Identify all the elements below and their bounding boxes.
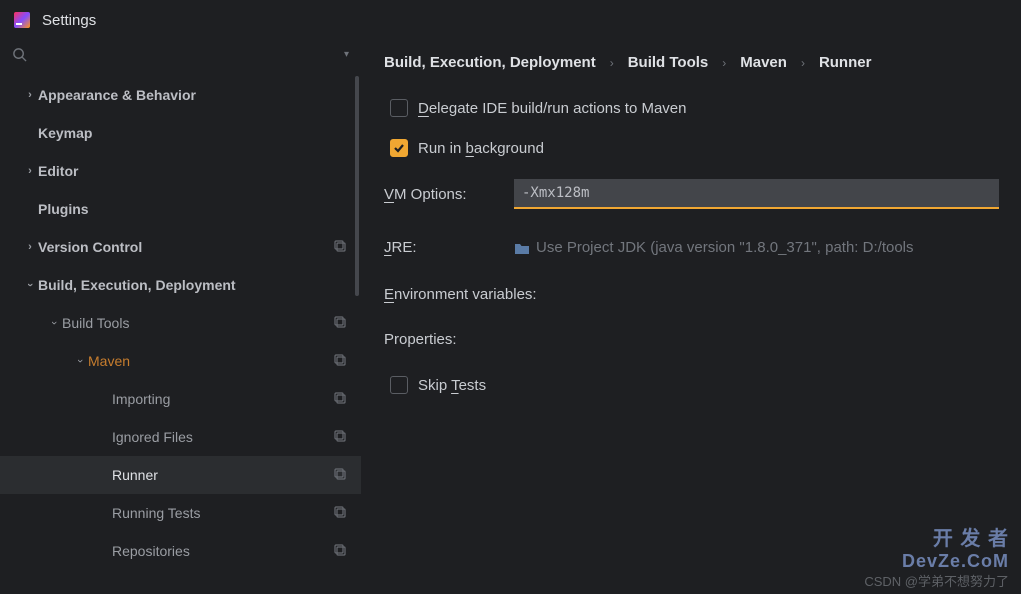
scope-icon	[333, 429, 347, 446]
tree-item-maven[interactable]: ›Maven	[0, 342, 361, 380]
vm-options-input[interactable]	[514, 179, 999, 209]
skip-tests-row[interactable]: Skip Tests	[390, 376, 999, 394]
crumb-runner[interactable]: Runner	[819, 54, 872, 71]
watermark: 开 发 者 DevZe.CoM	[902, 528, 1009, 572]
scope-icon	[333, 391, 347, 408]
scope-icon	[333, 543, 347, 560]
folder-icon	[514, 241, 530, 255]
scope-icon	[333, 315, 347, 332]
vm-options-row: VM Options:	[384, 179, 999, 209]
jre-value-text: Use Project JDK (java version "1.8.0_371…	[536, 239, 914, 256]
tree-item-vcs[interactable]: ›Version Control	[0, 228, 361, 266]
scope-icon	[333, 467, 347, 484]
tree-item-plugins[interactable]: Plugins	[0, 190, 361, 228]
runbg-label: Run in background	[418, 140, 544, 157]
tree-item-runningtests[interactable]: Running Tests	[0, 494, 361, 532]
delegate-checkbox-row[interactable]: Delegate IDE build/run actions to Maven	[390, 99, 999, 117]
chevron-down-icon: ›	[24, 277, 36, 293]
window-title: Settings	[42, 12, 96, 29]
crumb-maven[interactable]: Maven	[740, 54, 787, 71]
scope-icon	[333, 239, 347, 256]
chevron-right-icon: ›	[22, 165, 38, 177]
env-vars-label: Environment variables:	[384, 286, 999, 303]
tree-item-buildtools[interactable]: ›Build Tools	[0, 304, 361, 342]
checkbox-unchecked-icon[interactable]	[390, 99, 408, 117]
delegate-label: Delegate IDE build/run actions to Maven	[418, 100, 687, 117]
search-icon	[12, 47, 27, 62]
chevron-right-icon: ›	[610, 56, 614, 70]
properties-label: Properties:	[384, 331, 999, 348]
crumb-tools[interactable]: Build Tools	[628, 54, 709, 71]
settings-tree: ›Appearance & Behavior Keymap ›Editor Pl…	[0, 72, 361, 594]
jre-label: JRE:	[384, 239, 514, 256]
chevron-right-icon: ›	[722, 56, 726, 70]
jre-row: JRE: Use Project JDK (java version "1.8.…	[384, 239, 999, 256]
chevron-right-icon: ›	[801, 56, 805, 70]
crumb-build[interactable]: Build, Execution, Deployment	[384, 54, 596, 71]
chevron-down-icon: ›	[48, 315, 60, 331]
checkbox-unchecked-icon[interactable]	[390, 376, 408, 394]
tree-item-importing[interactable]: Importing	[0, 380, 361, 418]
search-row: ▾	[0, 40, 361, 72]
tree-item-editor[interactable]: ›Editor	[0, 152, 361, 190]
runbg-checkbox-row[interactable]: Run in background	[390, 139, 999, 157]
checkbox-checked-icon[interactable]	[390, 139, 408, 157]
chevron-down-icon: ›	[74, 353, 86, 369]
title-bar: Settings	[0, 0, 1021, 40]
tree-item-ignored[interactable]: Ignored Files	[0, 418, 361, 456]
skip-tests-label: Skip Tests	[418, 377, 486, 394]
tree-item-appearance[interactable]: ›Appearance & Behavior	[0, 76, 361, 114]
tree-item-keymap[interactable]: Keymap	[0, 114, 361, 152]
scope-icon	[333, 505, 347, 522]
breadcrumb: Build, Execution, Deployment › Build Too…	[384, 40, 999, 99]
sidebar: ▾ ›Appearance & Behavior Keymap ›Editor …	[0, 40, 362, 594]
chevron-right-icon: ›	[22, 241, 38, 253]
tree-item-build[interactable]: ›Build, Execution, Deployment	[0, 266, 361, 304]
tree-item-runner[interactable]: Runner	[0, 456, 361, 494]
watermark-csdn: CSDN @学弟不想努力了	[864, 571, 1009, 590]
jre-dropdown[interactable]: Use Project JDK (java version "1.8.0_371…	[514, 239, 999, 256]
intellij-icon	[12, 10, 32, 30]
scope-icon	[333, 353, 347, 370]
tree-item-repositories[interactable]: Repositories	[0, 532, 361, 570]
chevron-right-icon: ›	[22, 89, 38, 101]
vm-options-label: VM Options:	[384, 186, 514, 203]
dropdown-caret-icon[interactable]: ▾	[344, 49, 349, 60]
search-input[interactable]	[33, 46, 338, 62]
content-pane: Build, Execution, Deployment › Build Too…	[362, 40, 1021, 594]
